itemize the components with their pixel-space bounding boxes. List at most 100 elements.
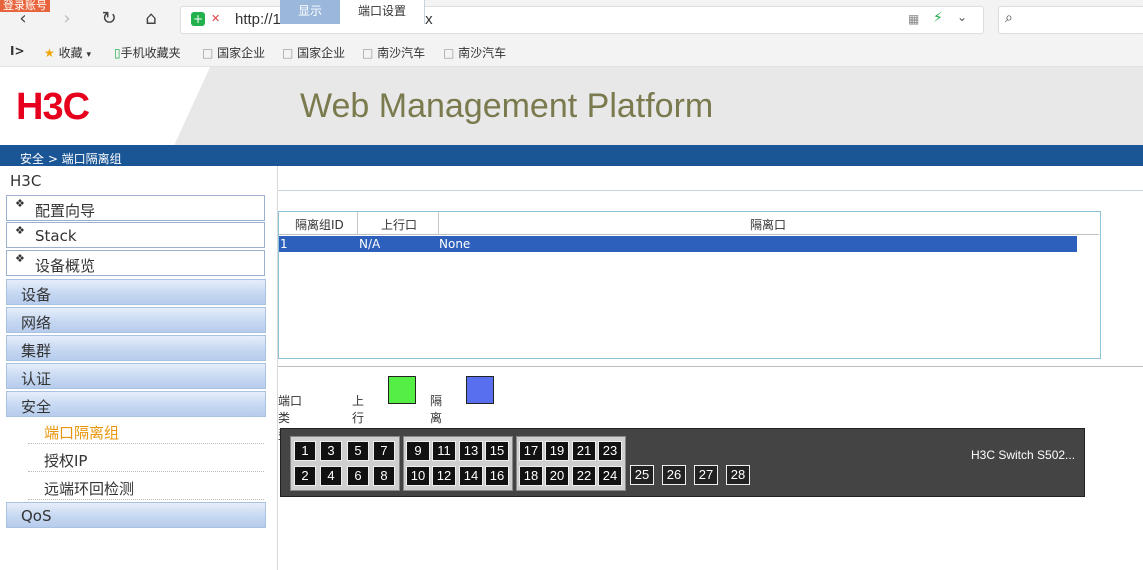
sidebar-item-auth[interactable]: 认证 <box>6 363 266 389</box>
port-7[interactable]: 7 <box>373 441 395 461</box>
bookmark-favorites[interactable]: ★ 收藏 ▾ <box>44 44 91 61</box>
port-16[interactable]: 16 <box>485 466 509 486</box>
bookmark-item[interactable]: □ 南沙汽车 <box>362 44 425 61</box>
diamond-icon: ❖ <box>15 197 25 210</box>
home-icon[interactable]: ⌂ <box>140 8 162 30</box>
sidebar-item-overview[interactable]: ❖ 设备概览 <box>6 250 265 276</box>
bookmark-mobile[interactable]: ▯手机收藏夹 <box>114 44 181 61</box>
port-14[interactable]: 14 <box>459 466 483 486</box>
port-group: 17 19 21 23 18 20 22 24 <box>516 436 626 491</box>
sidebar-root-label: H3C <box>10 172 42 190</box>
port-6[interactable]: 6 <box>347 466 369 486</box>
login-badge[interactable]: 登录账号 <box>0 0 50 12</box>
caret-down-icon: ▾ <box>86 50 91 60</box>
divider <box>28 443 264 444</box>
port-4[interactable]: 4 <box>320 466 342 486</box>
forward-icon[interactable]: › <box>56 8 78 30</box>
port-8[interactable]: 8 <box>373 466 395 486</box>
port-9[interactable]: 9 <box>406 441 430 461</box>
isolated-swatch <box>466 376 494 404</box>
col-separator <box>438 212 439 234</box>
port-19[interactable]: 19 <box>545 441 569 461</box>
cell-isolated-port: None <box>439 237 471 251</box>
shield-icon: + <box>191 12 205 26</box>
sidebar-item-security[interactable]: 安全 <box>6 391 266 417</box>
port-26[interactable]: 26 <box>662 465 686 485</box>
page-icon: □ <box>202 46 214 60</box>
bookmark-item[interactable]: □ 国家企业 <box>202 44 265 61</box>
table-row[interactable]: 1 N/A None <box>279 236 1077 252</box>
cell-uplink: N/A <box>359 237 381 251</box>
port-13[interactable]: 13 <box>459 441 483 461</box>
port-group: 9 11 13 15 10 12 14 16 <box>403 436 513 491</box>
qr-icon[interactable]: ▦ <box>908 12 919 26</box>
page-icon: □ <box>362 46 374 60</box>
port-17[interactable]: 17 <box>519 441 543 461</box>
tab-port-settings[interactable]: 端口设置 <box>340 0 425 24</box>
port-21[interactable]: 21 <box>572 441 596 461</box>
table-header: 隔离组ID 上行口 隔离口 <box>279 212 1099 235</box>
chevron-down-icon[interactable]: ⌄ <box>957 10 967 24</box>
insecure-icon: ✕ <box>211 12 221 25</box>
col-separator <box>357 212 358 234</box>
h3c-logo: H3C <box>16 86 90 128</box>
port-group: 1 3 5 7 2 4 6 8 <box>290 436 400 491</box>
divider <box>28 499 264 500</box>
sidebar-item-network[interactable]: 网络 <box>6 307 266 333</box>
port-24[interactable]: 24 <box>598 466 622 486</box>
diamond-icon: ❖ <box>15 252 25 265</box>
sidebar-item-stack[interactable]: ❖ Stack <box>6 222 265 248</box>
port-25[interactable]: 25 <box>630 465 654 485</box>
browser-toolbar: ‹ › ↻ ⌂ + ✕ http://10.0.0.246/wcn/frame/… <box>0 0 1143 38</box>
page-icon: □ <box>282 46 294 60</box>
page-icon: □ <box>443 46 455 60</box>
port-10[interactable]: 10 <box>406 466 430 486</box>
port-12[interactable]: 12 <box>432 466 456 486</box>
sidebar-item-cluster[interactable]: 集群 <box>6 335 266 361</box>
reload-icon[interactable]: ↻ <box>98 8 120 30</box>
tab-bar <box>278 166 1143 191</box>
divider <box>278 366 1143 367</box>
port-2[interactable]: 2 <box>294 466 316 486</box>
uplink-swatch <box>388 376 416 404</box>
sidebar: H3C ❖ 配置向导 ❖ Stack ❖ 设备概览 设备 网络 集群 认证 安全… <box>0 166 278 570</box>
lightning-icon[interactable]: ⚡ <box>933 10 943 26</box>
port-28[interactable]: 28 <box>726 465 750 485</box>
sidebar-sub-authorized-ip[interactable]: 授权IP <box>44 450 87 471</box>
port-18[interactable]: 18 <box>519 466 543 486</box>
divider <box>28 471 264 472</box>
sidebar-item-qos[interactable]: QoS <box>6 502 266 528</box>
col-uplink[interactable]: 上行口 <box>381 216 417 233</box>
col-group-id[interactable]: 隔离组ID <box>295 216 344 233</box>
port-27[interactable]: 27 <box>694 465 718 485</box>
port-5[interactable]: 5 <box>347 441 369 461</box>
page-header: H3C Web Management Platform <box>0 67 1143 145</box>
search-input[interactable]: ⌕ <box>998 6 1143 34</box>
breadcrumb-bar: 安全 > 端口隔离组 <box>0 145 1143 166</box>
cell-group-id: 1 <box>280 237 288 251</box>
sidebar-sub-port-isolation[interactable]: 端口隔离组 <box>44 422 119 443</box>
sidebar-toggle-icon[interactable]: I> <box>10 44 25 58</box>
port-22[interactable]: 22 <box>572 466 596 486</box>
bookmark-item[interactable]: □ 国家企业 <box>282 44 345 61</box>
sidebar-item-device[interactable]: 设备 <box>6 279 266 305</box>
star-icon: ★ <box>44 46 55 60</box>
tab-display[interactable]: 显示 <box>280 0 340 24</box>
diamond-icon: ❖ <box>15 224 25 237</box>
port-3[interactable]: 3 <box>320 441 342 461</box>
port-1[interactable]: 1 <box>294 441 316 461</box>
col-isolated-port[interactable]: 隔离口 <box>750 216 786 233</box>
bookmark-item[interactable]: □ 南沙汽车 <box>443 44 506 61</box>
port-11[interactable]: 11 <box>432 441 456 461</box>
port-15[interactable]: 15 <box>485 441 509 461</box>
sidebar-sub-loopback-detection[interactable]: 远端环回检测 <box>44 478 134 499</box>
port-20[interactable]: 20 <box>545 466 569 486</box>
search-icon: ⌕ <box>1005 10 1013 26</box>
port-23[interactable]: 23 <box>598 441 622 461</box>
platform-title: Web Management Platform <box>300 87 714 125</box>
phone-icon: ▯ <box>114 46 121 60</box>
bookmarks-bar: I> ★ 收藏 ▾ ▯手机收藏夹 □ 国家企业 □ 国家企业 □ 南沙汽车 □ … <box>0 38 1143 67</box>
sidebar-item-wizard[interactable]: ❖ 配置向导 <box>6 195 265 221</box>
switch-model-label: H3C Switch S502... <box>971 448 1076 462</box>
breadcrumb: 安全 > 端口隔离组 <box>20 152 122 166</box>
